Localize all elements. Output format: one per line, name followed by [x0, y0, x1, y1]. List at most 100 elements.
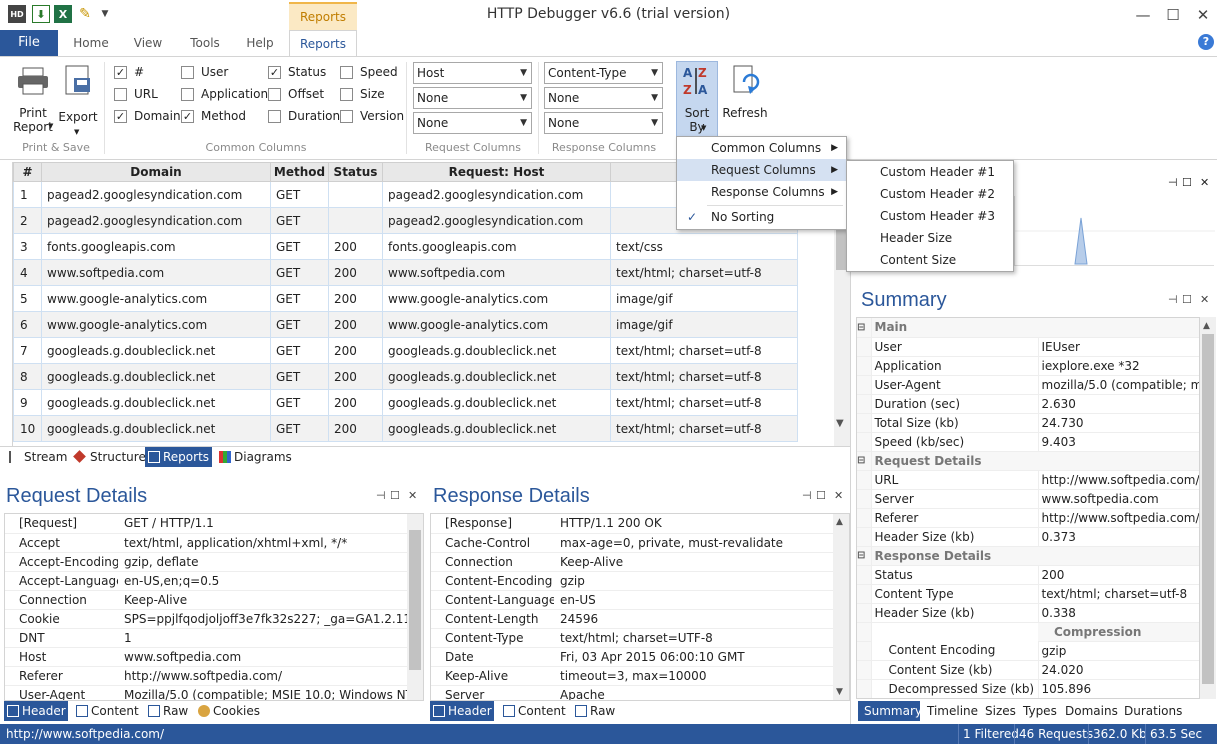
submenu-custom-header-1[interactable]: Custom Header #1: [847, 161, 1013, 183]
property-row[interactable]: User-Agent Mozilla/5.0 (compatible; MSIE …: [5, 685, 409, 700]
summary-row[interactable]: User-Agentmozilla/5.0 (compatible; msie: [857, 375, 1199, 395]
property-row[interactable]: DNT 1: [5, 628, 409, 648]
checkbox-size[interactable]: Size: [340, 86, 385, 102]
submenu-custom-header-2[interactable]: Custom Header #2: [847, 183, 1013, 205]
tab-domains[interactable]: Domains: [1059, 701, 1118, 721]
scroll-down-icon[interactable]: ▼: [836, 687, 843, 697]
tab-response-header[interactable]: Header: [430, 701, 494, 721]
file-tab[interactable]: File: [0, 30, 58, 56]
property-row[interactable]: Date Fri, 03 Apr 2015 06:00:10 GMT: [431, 647, 835, 667]
column-header[interactable]: Request: Host: [382, 162, 611, 182]
pin-icon[interactable]: ⊣: [802, 489, 812, 502]
collapse-icon[interactable]: ⊟: [857, 546, 872, 566]
checkbox-application[interactable]: Application: [181, 86, 268, 102]
property-row[interactable]: Cookie SPS=ppjlfqodjoljoff3e7fk32s227; _g…: [5, 609, 409, 629]
minimize-button[interactable]: —: [1128, 4, 1158, 26]
column-header[interactable]: Method: [270, 162, 329, 182]
tab-stream[interactable]: Stream: [6, 447, 67, 467]
request-column-combo-2[interactable]: None ▼: [413, 87, 532, 109]
request-column-combo-1[interactable]: Host ▼: [413, 62, 532, 84]
summary-section-header[interactable]: Compression: [857, 622, 1199, 642]
response-column-combo-2[interactable]: None ▼: [544, 87, 663, 109]
maximize-panel-icon[interactable]: ☐: [1182, 176, 1192, 189]
property-row[interactable]: Content-Type text/html; charset=UTF-8: [431, 628, 835, 648]
refresh-button[interactable]: Refresh: [722, 106, 768, 120]
export-button[interactable]: Export: [58, 110, 98, 124]
submenu-custom-header-3[interactable]: Custom Header #3: [847, 205, 1013, 227]
maximize-button[interactable]: ☐: [1158, 4, 1188, 26]
tab-help[interactable]: Help: [237, 30, 283, 56]
column-header[interactable]: #: [13, 162, 42, 182]
checkbox-duration[interactable]: Duration: [268, 108, 340, 124]
property-row[interactable]: Content-Length 24596: [431, 609, 835, 629]
maximize-panel-icon[interactable]: ☐: [1182, 293, 1192, 306]
property-row[interactable]: Host www.softpedia.com: [5, 647, 409, 667]
property-row[interactable]: Server Apache: [431, 685, 835, 700]
summary-row[interactable]: Duration (sec) 2.630: [857, 394, 1199, 414]
table-row[interactable]: 5 www.google-analytics.com GET 200 www.googl…: [13, 285, 798, 312]
summary-row[interactable]: Content Type text/html; charset=utf-8: [857, 584, 1199, 604]
table-row[interactable]: 8 googleads.g.doubleclick.net GET 200 google…: [13, 363, 798, 390]
collapse-icon[interactable]: ⊟: [857, 451, 872, 471]
response-column-combo-1[interactable]: Content-Type ▼: [544, 62, 663, 84]
summary-row[interactable]: Header Size (kb) 0.338: [857, 603, 1199, 623]
table-row[interactable]: 4 www.softpedia.com GET 200 www.softpedia.co…: [13, 259, 798, 286]
property-row[interactable]: Cache-Control max-age=0, private, must-re…: [431, 533, 835, 553]
summary-row[interactable]: Speed (kb/sec) 9.403: [857, 432, 1199, 452]
property-row[interactable]: Content-Language en-US: [431, 590, 835, 610]
property-row[interactable]: Connection Keep-Alive: [431, 552, 835, 572]
submenu-content-size[interactable]: Content Size: [847, 249, 1013, 271]
tab-response-raw[interactable]: Raw: [572, 701, 615, 721]
request-column-combo-3[interactable]: None ▼: [413, 112, 532, 134]
request-details-scrollbar-thumb[interactable]: [409, 530, 421, 670]
column-header[interactable]: Domain: [41, 162, 271, 182]
collapse-icon[interactable]: [857, 622, 872, 642]
property-row[interactable]: Content-Encoding gzip: [431, 571, 835, 591]
scroll-down-icon[interactable]: ▼: [836, 418, 844, 429]
tab-request-content[interactable]: Content: [73, 701, 139, 721]
property-row[interactable]: Accept-Encoding gzip, deflate: [5, 552, 409, 572]
column-header[interactable]: Status: [328, 162, 383, 182]
tab-reports[interactable]: Reports: [289, 30, 357, 57]
summary-row[interactable]: URL http://www.softpedia.com/: [857, 470, 1199, 490]
tab-view[interactable]: View: [124, 30, 172, 56]
close-panel-icon[interactable]: ✕: [1200, 293, 1209, 306]
help-icon[interactable]: ?: [1198, 34, 1214, 50]
table-row[interactable]: 9 googleads.g.doubleclick.net GET 200 google…: [13, 389, 798, 416]
table-row[interactable]: 10 googleads.g.doubleclick.net GET 200 googl…: [13, 415, 798, 442]
tab-request-cookies[interactable]: Cookies: [195, 701, 260, 721]
summary-row[interactable]: User IEUser: [857, 337, 1199, 357]
menu-item-response-columns[interactable]: Response Columns ▶: [677, 181, 846, 203]
tab-timeline[interactable]: Timeline: [921, 701, 978, 721]
menu-item-request-columns[interactable]: Request Columns ▶: [677, 159, 846, 181]
table-row[interactable]: 7 googleads.g.doubleclick.net GET 200 google…: [13, 337, 798, 364]
summary-row[interactable]: Content Encoding gzip: [857, 641, 1199, 661]
tab-request-header[interactable]: Header: [4, 701, 68, 721]
checkbox-version[interactable]: Version: [340, 108, 404, 124]
close-panel-icon[interactable]: ✕: [1200, 176, 1209, 189]
submenu-header-size[interactable]: Header Size: [847, 227, 1013, 249]
checkbox-number[interactable]: ✓ #: [114, 64, 144, 80]
collapse-icon[interactable]: ⊟: [857, 318, 872, 338]
close-button[interactable]: ✕: [1188, 4, 1217, 26]
checkbox-offset[interactable]: Offset: [268, 86, 324, 102]
menu-item-no-sorting[interactable]: ✓ No Sorting: [677, 206, 846, 228]
tab-response-content[interactable]: Content: [500, 701, 566, 721]
table-row[interactable]: 3 fonts.googleapis.com GET 200 fonts.googlea…: [13, 233, 798, 260]
pin-icon[interactable]: ⊣: [1168, 293, 1178, 306]
summary-section-header[interactable]: ⊟ Request Details: [857, 451, 1199, 471]
menu-item-common-columns[interactable]: Common Columns ▶: [677, 137, 846, 159]
checkbox-user[interactable]: User: [181, 64, 228, 80]
tab-durations[interactable]: Durations: [1118, 701, 1182, 721]
maximize-panel-icon[interactable]: ☐: [390, 489, 400, 502]
summary-scrollbar-thumb[interactable]: [1202, 334, 1214, 684]
close-panel-icon[interactable]: ✕: [408, 489, 417, 502]
summary-row[interactable]: Referer http://www.softpedia.com/: [857, 508, 1199, 528]
summary-section-header[interactable]: ⊟ Response Details: [857, 546, 1199, 566]
close-panel-icon[interactable]: ✕: [834, 489, 843, 502]
property-row[interactable]: Referer http://www.softpedia.com/: [5, 666, 409, 686]
summary-row[interactable]: Header Size (kb) 0.373: [857, 527, 1199, 547]
response-column-combo-3[interactable]: None ▼: [544, 112, 663, 134]
response-details-scrollbar[interactable]: [833, 514, 849, 700]
tab-diagrams[interactable]: Diagrams: [216, 447, 292, 467]
